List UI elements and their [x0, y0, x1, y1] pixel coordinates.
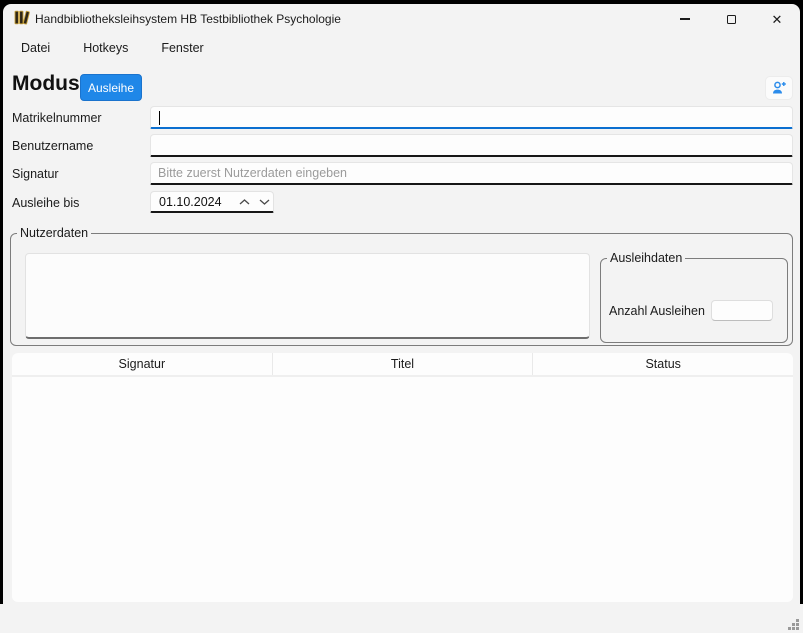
screen: Handbibliotheksleihsystem HB Testbibliot… [0, 0, 803, 633]
chevron-down-icon [259, 199, 270, 205]
close-icon: ✕ [772, 13, 783, 26]
nutzerdaten-groupbox: Nutzerdaten Ausleihdaten Anzahl Ausleihe… [10, 226, 793, 346]
anzahl-ausleihen-input[interactable] [711, 300, 773, 321]
column-header-status[interactable]: Status [533, 353, 793, 375]
benutzername-input[interactable] [151, 135, 792, 155]
ausleihdaten-groupbox: Ausleihdaten Anzahl Ausleihen [600, 251, 788, 343]
minimize-icon [680, 18, 690, 19]
signatur-input[interactable] [151, 163, 792, 183]
matrikelnummer-label: Matrikelnummer [12, 111, 102, 125]
add-user-button[interactable] [765, 76, 793, 100]
maximize-button[interactable] [708, 4, 754, 34]
window-bottom-edge [0, 604, 803, 633]
table-header-row: Signatur Titel Status [12, 353, 793, 377]
chevron-up-icon [239, 199, 250, 205]
date-increment-button[interactable] [236, 193, 254, 211]
minimize-button[interactable] [662, 4, 708, 34]
window-controls: ✕ [662, 4, 800, 34]
ausleihe-bis-datepicker[interactable]: 01.10.2024 [150, 191, 274, 213]
benutzername-field [150, 134, 793, 157]
titlebar: Handbibliotheksleihsystem HB Testbibliot… [3, 4, 800, 34]
anzahl-ausleihen-label: Anzahl Ausleihen [609, 304, 705, 318]
nutzerdaten-title: Nutzerdaten [17, 226, 91, 240]
close-button[interactable]: ✕ [754, 4, 800, 34]
mode-heading: Modus [12, 72, 80, 96]
benutzername-label: Benutzername [12, 139, 93, 153]
loans-table: Signatur Titel Status [12, 353, 793, 602]
menubar: Datei Hotkeys Fenster [18, 36, 207, 60]
matrikelnummer-field [150, 106, 793, 129]
matrikelnummer-input[interactable] [151, 107, 792, 127]
ausleihe-mode-button[interactable]: Ausleihe [80, 74, 142, 101]
text-caret [159, 111, 160, 125]
books-icon [14, 9, 31, 26]
menu-hotkeys[interactable]: Hotkeys [80, 38, 131, 58]
menu-datei[interactable]: Datei [18, 38, 53, 58]
signatur-label: Signatur [12, 167, 59, 181]
ausleihe-bis-label: Ausleihe bis [12, 196, 79, 210]
menu-fenster[interactable]: Fenster [158, 38, 206, 58]
app-window: Handbibliotheksleihsystem HB Testbibliot… [3, 4, 800, 633]
column-header-titel[interactable]: Titel [273, 353, 534, 375]
ausleihdaten-title: Ausleihdaten [607, 251, 685, 265]
date-value: 01.10.2024 [151, 195, 222, 209]
window-title: Handbibliotheksleihsystem HB Testbibliot… [35, 4, 341, 34]
resize-grip[interactable] [787, 618, 800, 631]
nutzerdaten-textarea[interactable] [25, 253, 590, 339]
person-add-icon [771, 81, 787, 95]
column-header-signatur[interactable]: Signatur [12, 353, 273, 375]
signatur-field [150, 162, 793, 185]
table-body-empty [12, 377, 793, 600]
date-decrement-button[interactable] [255, 193, 273, 211]
maximize-icon [727, 15, 736, 24]
